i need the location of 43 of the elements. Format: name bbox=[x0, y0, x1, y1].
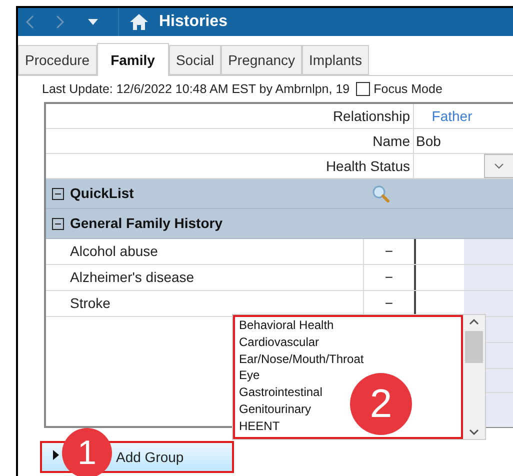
scroll-up-icon[interactable] bbox=[469, 319, 479, 325]
window-title: Histories bbox=[159, 12, 228, 32]
group-title: General Family History bbox=[70, 214, 224, 233]
caret-down-icon[interactable] bbox=[88, 19, 98, 25]
group-header[interactable]: QuickList bbox=[46, 179, 513, 209]
condition-name: Alcohol abuse bbox=[46, 239, 364, 264]
status-value: − bbox=[384, 294, 394, 313]
name-value: Bob bbox=[415, 132, 441, 151]
group-option[interactable]: Behavioral Health bbox=[239, 317, 334, 334]
tab[interactable]: Social bbox=[168, 45, 222, 75]
group-option[interactable]: Ear/Nose/Mouth/Throat bbox=[239, 350, 364, 368]
scroll-thumb[interactable] bbox=[465, 331, 483, 363]
relationship-link[interactable]: Father bbox=[414, 104, 490, 128]
collapse-icon[interactable] bbox=[52, 218, 64, 230]
last-update-text: Last Update: 12/6/2022 10:48 AM EST by Ambrnlpn, 19 bbox=[42, 80, 350, 98]
status-value: − bbox=[384, 268, 394, 287]
group-option[interactable]: Gastrointestinal bbox=[239, 384, 322, 401]
chevron-down-icon bbox=[494, 163, 504, 169]
field-label: Name bbox=[46, 129, 414, 153]
expand-arrow-icon[interactable] bbox=[53, 450, 59, 460]
group-header[interactable]: General Family History bbox=[46, 209, 513, 239]
focus-mode-checkbox[interactable] bbox=[356, 82, 370, 96]
field-label: Health Status bbox=[46, 154, 414, 178]
status-value: − bbox=[384, 242, 394, 261]
value-cell bbox=[464, 265, 513, 290]
scrollbar[interactable] bbox=[463, 315, 485, 439]
value-cell bbox=[464, 239, 513, 264]
scroll-down-icon[interactable] bbox=[469, 429, 479, 435]
tab[interactable]: Family bbox=[96, 43, 169, 76]
group-option[interactable]: HEENT bbox=[239, 418, 280, 435]
group-option[interactable]: Genitourinary bbox=[239, 400, 312, 418]
field-label: Relationship bbox=[46, 104, 414, 128]
focus-mode-label: Focus Mode bbox=[374, 80, 442, 98]
collapse-icon[interactable] bbox=[52, 188, 64, 200]
tab[interactable]: Procedure bbox=[18, 45, 97, 75]
group-option[interactable]: Cardiovascular bbox=[239, 334, 320, 351]
group-title: QuickList bbox=[70, 184, 135, 203]
condition-name: Alzheimer's disease bbox=[46, 265, 364, 290]
group-option[interactable]: Eye bbox=[239, 367, 260, 384]
value-cell bbox=[464, 291, 513, 316]
tab[interactable]: Implants bbox=[302, 45, 369, 75]
tab[interactable]: Pregnancy bbox=[221, 45, 302, 75]
home-icon[interactable] bbox=[129, 13, 149, 31]
